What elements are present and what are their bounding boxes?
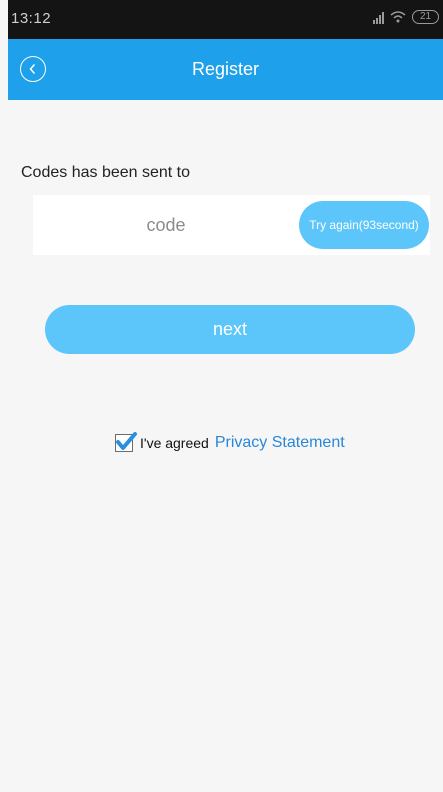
status-time: 13:12 (11, 10, 52, 27)
signal-icon (373, 12, 384, 24)
status-icons: 21 (373, 9, 439, 24)
code-sent-message: Codes has been sent to (21, 164, 191, 181)
battery-icon: 21 (412, 9, 439, 24)
agreement-row: I've agreed Privacy Statement (115, 432, 345, 452)
try-again-button[interactable]: Try again(93second) (299, 201, 429, 249)
code-input[interactable] (33, 195, 299, 255)
status-bar: 13:12 21 (8, 0, 443, 39)
checkmark-icon (116, 432, 137, 450)
wifi-icon (390, 10, 406, 22)
next-button[interactable]: next (45, 305, 415, 354)
agree-label: I've agreed (140, 435, 209, 451)
agree-checkbox[interactable] (115, 432, 137, 452)
header: Register (8, 39, 443, 100)
code-row: Try again(93second) (33, 195, 430, 255)
page-title: Register (191, 59, 260, 79)
privacy-statement-link[interactable]: Privacy Statement (215, 434, 345, 452)
